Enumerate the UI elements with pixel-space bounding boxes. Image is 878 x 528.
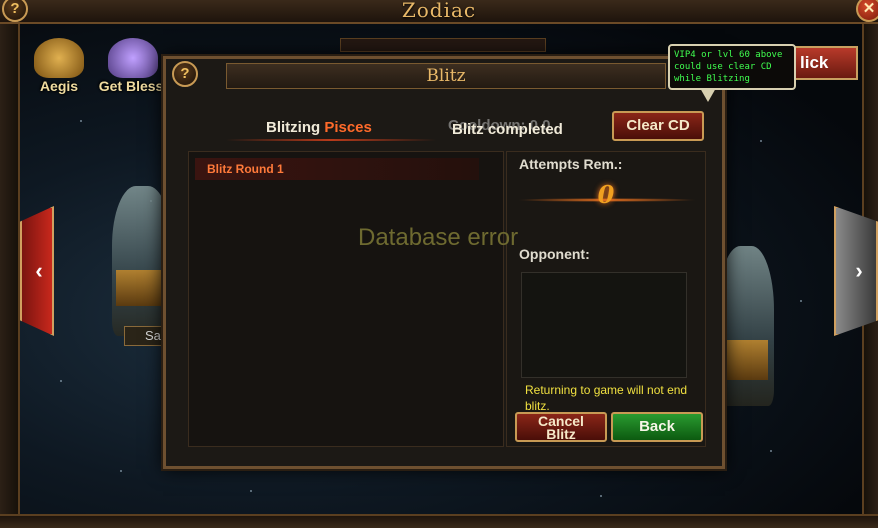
error-message: Database error: [358, 224, 519, 251]
cancel-blitz-button[interactable]: Cancel Blitz: [515, 412, 607, 442]
attempts-label: Attempts Rem.:: [519, 156, 623, 172]
star: [600, 495, 602, 497]
aegis-feature[interactable]: Aegis: [24, 38, 94, 94]
cancel-label-line2: Blitz: [546, 426, 576, 442]
round-label: Blitz Round 1: [207, 162, 284, 176]
castle-gold-detail: [724, 340, 768, 380]
blitz-dialog: ? Blitz Blitzing Pisces Cooldown: 0 0 Bl…: [163, 56, 725, 469]
chevron-left-icon: ‹: [35, 258, 43, 283]
blitz-completed-label: Blitz completed: [452, 121, 563, 138]
star: [250, 490, 252, 492]
previous-arrow-button[interactable]: ‹: [20, 206, 54, 336]
tooltip-pointer: [700, 88, 716, 102]
game-screen: Zodiac ? ✕ Aegis Get Blessi lick ‹ › Sa …: [0, 0, 878, 528]
star: [120, 470, 122, 472]
back-button[interactable]: Back: [611, 412, 703, 442]
dialog-title-bar: Blitz: [226, 63, 666, 89]
get-blessing-feature[interactable]: Get Blessi: [98, 38, 168, 94]
background-tab: [340, 38, 546, 52]
status-underline: [226, 139, 436, 141]
window-title: Zodiac: [401, 0, 477, 22]
dialog-help-button[interactable]: ?: [172, 61, 198, 87]
winged-emblem-icon: [34, 38, 84, 78]
blitz-info-panel: Attempts Rem.: 0 Opponent: Returning to …: [506, 151, 706, 447]
opponent-portrait: [521, 272, 687, 378]
star: [800, 300, 802, 302]
star: [60, 380, 62, 382]
aegis-label: Aegis: [39, 78, 79, 94]
outer-title-bar: Zodiac: [0, 0, 878, 24]
star: [80, 120, 82, 122]
blitz-rounds-list: Blitz Round 1: [188, 151, 504, 447]
next-arrow-button[interactable]: ›: [834, 206, 878, 336]
dialog-title: Blitz: [426, 66, 466, 86]
blitzing-status: Blitzing Pisces: [266, 119, 372, 136]
outer-frame-bottom: [0, 514, 878, 528]
attempts-value: 0: [597, 180, 615, 209]
castle-gold-detail: [116, 270, 166, 306]
star: [760, 140, 762, 142]
chevron-right-icon: ›: [855, 258, 863, 283]
crystal-emblem-icon: [108, 38, 158, 78]
blitzing-label: Blitzing: [266, 119, 321, 136]
list-item[interactable]: Blitz Round 1: [195, 158, 479, 180]
opponent-label: Opponent:: [519, 246, 590, 262]
get-blessing-label: Get Blessi: [98, 78, 168, 94]
floating-castle-right: [718, 246, 774, 406]
star: [770, 450, 772, 452]
blitz-target: Pisces: [324, 119, 372, 136]
outer-frame-left: [0, 24, 20, 528]
clear-cd-button[interactable]: Clear CD: [612, 111, 704, 141]
background-tag[interactable]: Sa: [124, 326, 168, 346]
blitz-notice: Returning to game will not end blitz.: [525, 383, 688, 413]
clear-cd-tooltip: VIP4 or lvl 60 above could use clear CD …: [668, 44, 796, 90]
